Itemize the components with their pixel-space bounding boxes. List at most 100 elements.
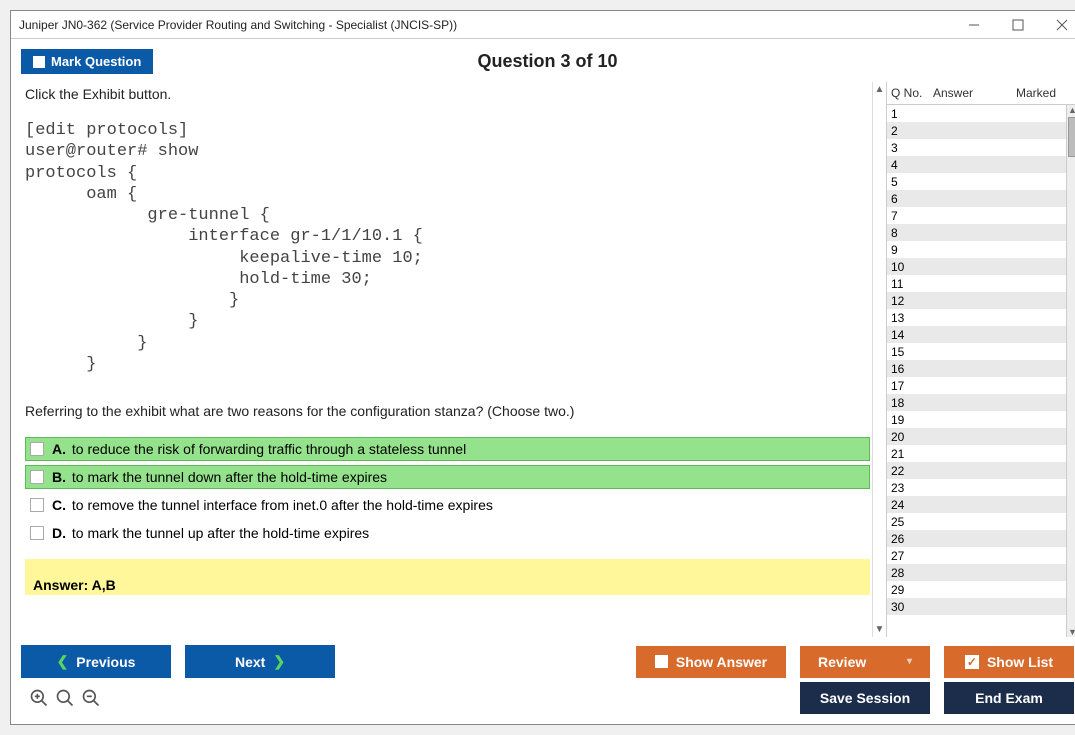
nav-row[interactable]: 15 (887, 343, 1066, 360)
option-c[interactable]: C. to remove the tunnel interface from i… (25, 493, 870, 517)
review-label: Review (818, 654, 866, 670)
question-scrollbar[interactable] (872, 82, 886, 637)
nav-row-number: 19 (891, 413, 933, 427)
nav-row[interactable]: 1 (887, 105, 1066, 122)
option-text: C. to remove the tunnel interface from i… (52, 497, 493, 513)
nav-row-number: 28 (891, 566, 933, 580)
nav-row-number: 7 (891, 209, 933, 223)
nav-row[interactable]: 30 (887, 598, 1066, 615)
nav-list[interactable]: 1234567891011121314151617181920212223242… (887, 105, 1066, 637)
end-exam-button[interactable]: End Exam (944, 682, 1074, 714)
content-row: Click the Exhibit button. [edit protocol… (17, 82, 1075, 637)
nav-row-number: 17 (891, 379, 933, 393)
nav-row-number: 3 (891, 141, 933, 155)
nav-row[interactable]: 10 (887, 258, 1066, 275)
answer-box: Answer: A,B (25, 559, 870, 595)
nav-row[interactable]: 13 (887, 309, 1066, 326)
scroll-up-icon (875, 84, 885, 95)
nav-row-number: 4 (891, 158, 933, 172)
zoom-out-button[interactable] (81, 688, 101, 711)
nav-row[interactable]: 21 (887, 445, 1066, 462)
nav-row[interactable]: 24 (887, 496, 1066, 513)
nav-scroll-thumb[interactable] (1068, 117, 1075, 157)
nav-row[interactable]: 4 (887, 156, 1066, 173)
zoom-icon (55, 688, 75, 708)
nav-row[interactable]: 6 (887, 190, 1066, 207)
show-list-label: Show List (987, 654, 1053, 670)
titlebar: Juniper JN0-362 (Service Provider Routin… (11, 11, 1075, 39)
options-list: A. to reduce the risk of forwarding traf… (25, 437, 870, 545)
show-answer-label: Show Answer (676, 654, 767, 670)
nav-row[interactable]: 8 (887, 224, 1066, 241)
show-answer-button[interactable]: Show Answer (636, 646, 786, 678)
zoom-reset-button[interactable] (29, 688, 49, 711)
chevron-right-icon: ❯ (273, 653, 285, 670)
previous-label: Previous (76, 654, 135, 670)
close-button[interactable] (1040, 11, 1075, 39)
nav-row[interactable]: 11 (887, 275, 1066, 292)
exhibit-code: [edit protocols] user@router# show proto… (25, 120, 870, 375)
show-list-button[interactable]: ✓ Show List (944, 646, 1074, 678)
nav-row[interactable]: 18 (887, 394, 1066, 411)
zoom-out-icon (81, 688, 101, 708)
previous-button[interactable]: ❮ Previous (21, 645, 171, 678)
header-row: Mark Question Question 3 of 10 (21, 49, 1074, 74)
nav-row-number: 16 (891, 362, 933, 376)
nav-row-number: 20 (891, 430, 933, 444)
maximize-button[interactable] (996, 11, 1040, 39)
nav-row-number: 1 (891, 107, 933, 121)
option-a[interactable]: A. to reduce the risk of forwarding traf… (25, 437, 870, 461)
nav-row-number: 9 (891, 243, 933, 257)
nav-row-number: 23 (891, 481, 933, 495)
nav-row[interactable]: 12 (887, 292, 1066, 309)
window-title: Juniper JN0-362 (Service Provider Routin… (19, 18, 952, 32)
nav-row-number: 6 (891, 192, 933, 206)
nav-body: 1234567891011121314151617181920212223242… (887, 105, 1075, 637)
review-button[interactable]: Review ▾ (800, 646, 930, 678)
nav-row[interactable]: 3 (887, 139, 1066, 156)
nav-header: Q No. Answer Marked (887, 82, 1075, 105)
nav-row[interactable]: 2 (887, 122, 1066, 139)
nav-scrollbar[interactable] (1066, 105, 1075, 637)
nav-row[interactable]: 14 (887, 326, 1066, 343)
option-b[interactable]: B. to mark the tunnel down after the hol… (25, 465, 870, 489)
nav-row[interactable]: 28 (887, 564, 1066, 581)
mark-question-button[interactable]: Mark Question (21, 49, 153, 74)
nav-row[interactable]: 26 (887, 530, 1066, 547)
minimize-button[interactable] (952, 11, 996, 39)
button-row: ❮ Previous Next ❯ Show Answer Review ▾ ✓… (17, 637, 1075, 682)
scroll-down-icon (875, 624, 885, 635)
nav-row[interactable]: 25 (887, 513, 1066, 530)
nav-row[interactable]: 22 (887, 462, 1066, 479)
nav-row-number: 24 (891, 498, 933, 512)
option-checkbox-icon (30, 470, 44, 484)
nav-row[interactable]: 5 (887, 173, 1066, 190)
chevron-left-icon: ❮ (57, 653, 69, 670)
button-row-2: Save Session End Exam (17, 682, 1075, 718)
window-body: Mark Question Question 3 of 10 Click the… (11, 39, 1075, 724)
nav-row-number: 30 (891, 600, 933, 614)
nav-row[interactable]: 7 (887, 207, 1066, 224)
nav-row[interactable]: 29 (887, 581, 1066, 598)
option-checkbox-icon (30, 498, 44, 512)
nav-row[interactable]: 20 (887, 428, 1066, 445)
zoom-in-button[interactable] (55, 688, 75, 711)
chevron-down-icon: ▾ (907, 656, 912, 667)
question-pane: Click the Exhibit button. [edit protocol… (17, 82, 872, 637)
maximize-icon (1012, 19, 1024, 31)
nav-row[interactable]: 27 (887, 547, 1066, 564)
nav-row[interactable]: 9 (887, 241, 1066, 258)
save-session-button[interactable]: Save Session (800, 682, 930, 714)
show-answer-checkbox-icon (655, 655, 668, 668)
nav-row[interactable]: 23 (887, 479, 1066, 496)
next-button[interactable]: Next ❯ (185, 645, 335, 678)
nav-row[interactable]: 17 (887, 377, 1066, 394)
nav-row[interactable]: 19 (887, 411, 1066, 428)
option-d[interactable]: D. to mark the tunnel up after the hold-… (25, 521, 870, 545)
app-window: Juniper JN0-362 (Service Provider Routin… (10, 10, 1075, 725)
mark-question-label: Mark Question (51, 54, 141, 69)
answer-text: Answer: A,B (33, 577, 116, 593)
nav-row[interactable]: 16 (887, 360, 1066, 377)
nav-row-number: 22 (891, 464, 933, 478)
zoom-reset-icon (29, 688, 49, 708)
